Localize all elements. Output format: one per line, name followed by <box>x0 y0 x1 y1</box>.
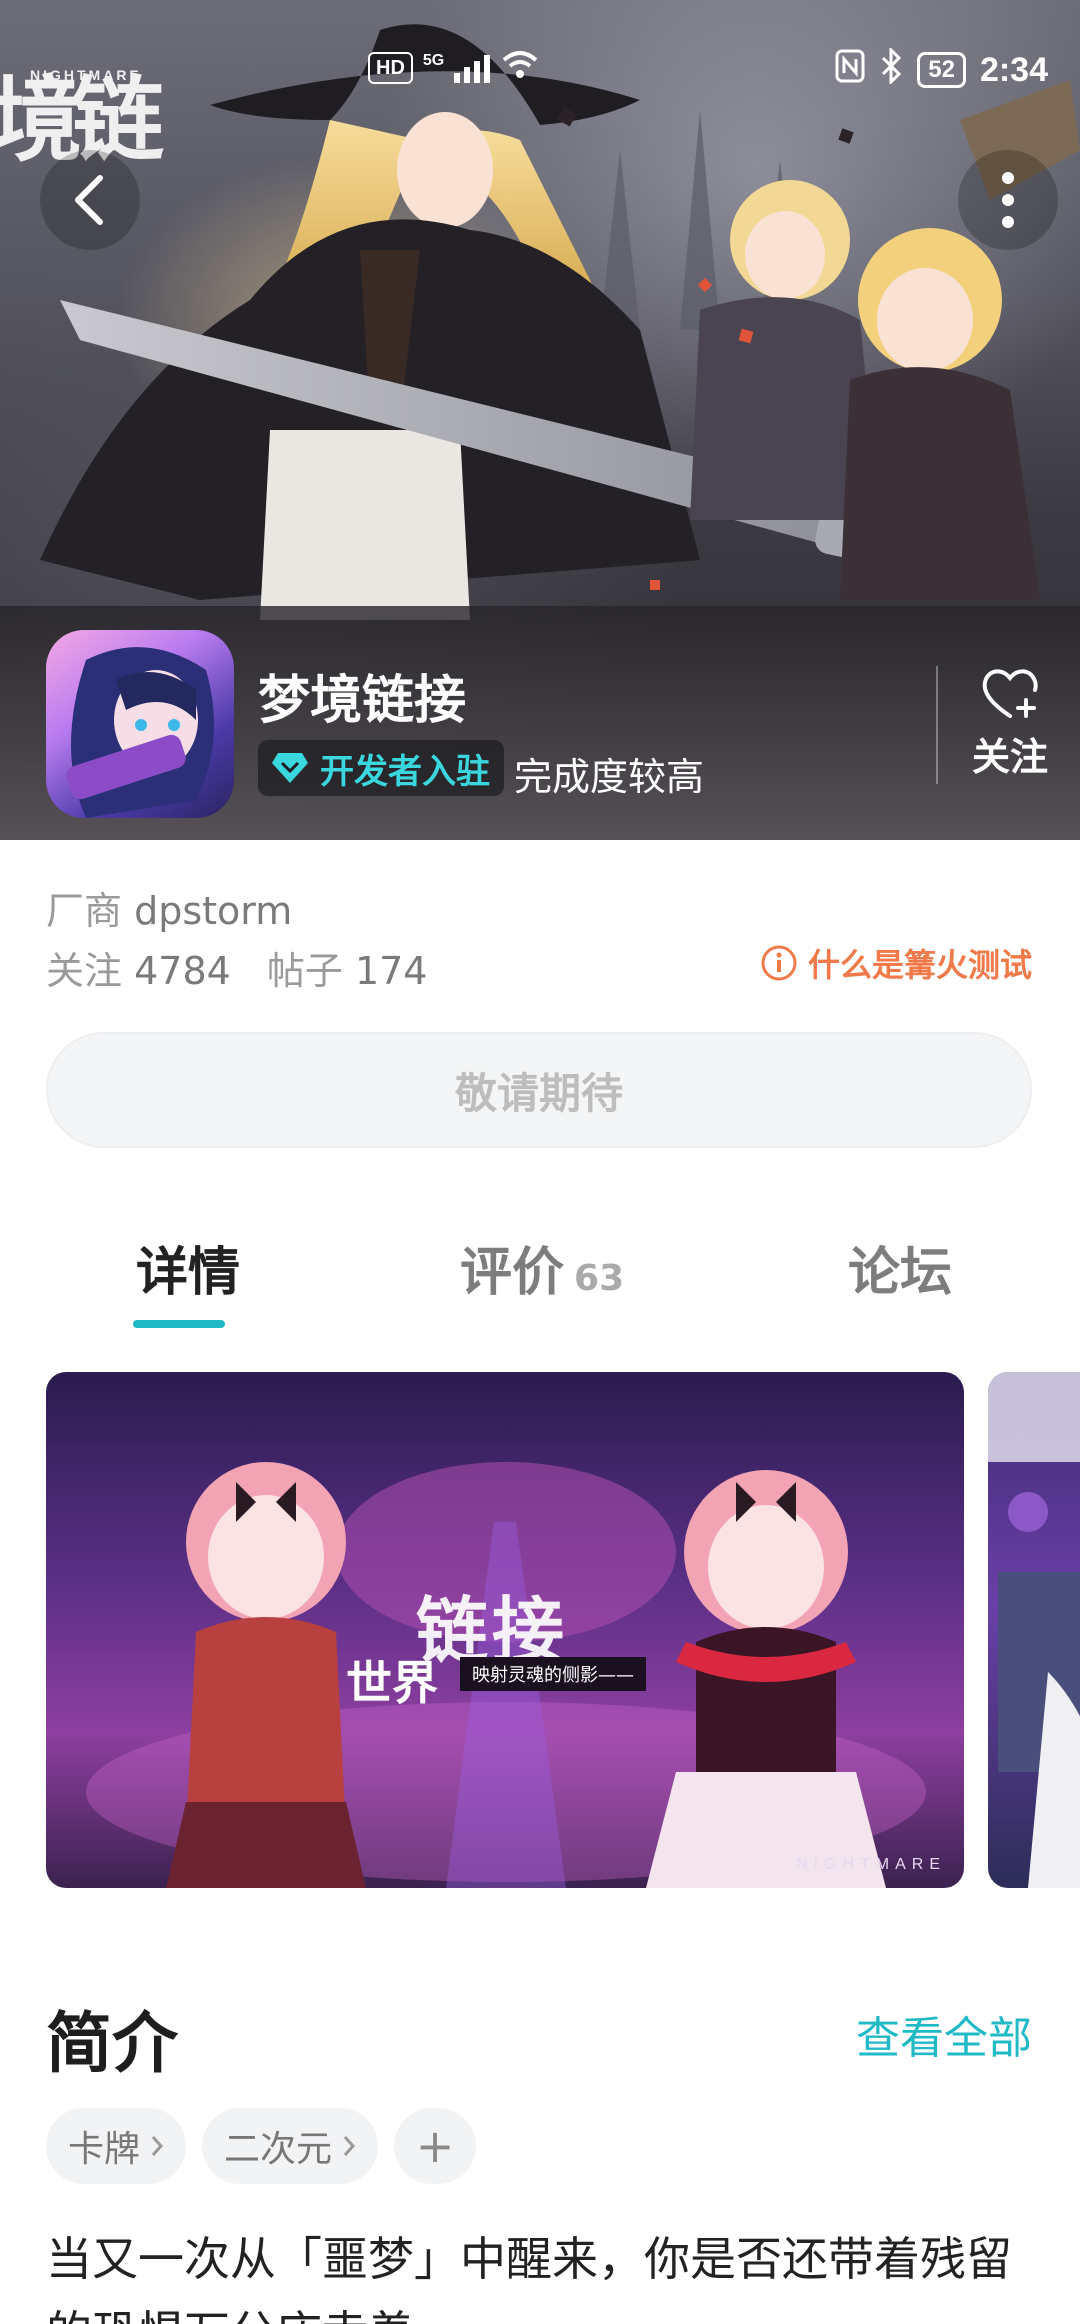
follow-stat-count: 4784 <box>134 949 231 993</box>
header-divider <box>936 666 938 784</box>
plus-icon: + <box>415 2119 455 2173</box>
tag-label: 卡牌 <box>68 2129 141 2170</box>
chevron-left-icon <box>75 175 103 225</box>
tab-bar: 详情 评价 63 论坛 <box>0 1230 1080 1340</box>
hero-banner: NIGHTMARE 境链接 HD 5G 52 2:34 <box>0 0 1080 840</box>
completion-level: 完成度较高 <box>514 755 705 799</box>
tag-item-anime[interactable]: 二次元 <box>202 2108 379 2184</box>
status-left: HD 5G <box>368 50 540 85</box>
tab-forum-label: 论坛 <box>848 1243 953 1303</box>
vendor-info: 厂商 dpstorm <box>46 880 292 935</box>
screenshot-2-art <box>988 1372 1080 1888</box>
follow-stat: 关注 4784 <box>46 940 231 995</box>
screenshot-brand: NIGHTMARE <box>796 1856 946 1873</box>
tab-active-indicator <box>133 1320 225 1328</box>
nfc-icon <box>835 49 865 91</box>
posts-stat-count: 174 <box>354 949 428 993</box>
tab-details[interactable]: 详情 <box>136 1230 240 1305</box>
more-options-button[interactable] <box>958 150 1058 250</box>
hd-badge: HD <box>368 51 413 84</box>
intro-title: 简介 <box>46 2005 178 2082</box>
bonfire-test-link[interactable]: 什么是篝火测试 <box>760 940 1032 986</box>
view-all-link[interactable]: 查看全部 <box>856 2002 1032 2066</box>
chevron-right-icon <box>151 2136 164 2156</box>
game-title: 梦境链接 <box>258 671 467 731</box>
tab-details-label: 详情 <box>136 1243 241 1303</box>
vendor-label: 厂商 <box>46 889 123 933</box>
screenshot-subtitle: 映射灵魂的侧影—— <box>460 1657 646 1691</box>
signal-icon <box>454 53 491 83</box>
info-icon <box>761 945 797 981</box>
tag-list: 卡牌 二次元 + <box>46 2108 477 2184</box>
battery-icon: 52 <box>917 52 966 88</box>
tab-reviews-count: 63 <box>574 1258 625 1299</box>
tab-reviews[interactable]: 评价 63 <box>460 1230 624 1305</box>
tag-label: 二次元 <box>224 2129 333 2170</box>
wifi-icon <box>500 50 540 85</box>
tag-item-card[interactable]: 卡牌 <box>46 2108 187 2184</box>
screenshot-1[interactable]: 链接 世界 映射灵魂的侧影—— NIGHTMARE <box>46 1372 964 1888</box>
status-right: 52 2:34 <box>835 46 1048 92</box>
more-vertical-icon <box>1002 172 1014 228</box>
screenshot-2-peek[interactable] <box>988 1372 1080 1888</box>
status-bar: HD 5G 52 2:34 <box>0 0 1080 130</box>
developer-badge[interactable]: 开发者入驻 <box>258 740 504 796</box>
follow-label: 关注 <box>971 735 1048 779</box>
follow-stat-label: 关注 <box>46 949 123 993</box>
developer-badge-label: 开发者入驻 <box>320 751 490 792</box>
posts-stat: 帖子 174 <box>267 940 428 995</box>
vendor-name[interactable]: dpstorm <box>134 889 292 933</box>
bonfire-test-label: 什么是篝火测试 <box>807 946 1032 984</box>
follow-button[interactable]: 关注 <box>958 666 1062 796</box>
app-icon-art <box>66 647 214 818</box>
clock: 2:34 <box>979 50 1048 89</box>
heart-plus-icon <box>982 669 1038 718</box>
coming-soon-button[interactable]: 敬请期待 <box>46 1032 1032 1148</box>
tab-forum[interactable]: 论坛 <box>848 1230 952 1305</box>
game-header: 梦境链接 开发者入驻 完成度较高 关注 <box>0 606 1080 840</box>
intro-description: 当又一次从「噩梦」中醒来，你是否还带着残留的恐惧万分庆幸着—— <box>46 2232 1012 2324</box>
bluetooth-icon <box>879 46 903 92</box>
stats-row: 关注 4784 帖子 174 <box>46 940 427 995</box>
add-tag-button[interactable]: + <box>394 2108 477 2184</box>
coming-soon-label: 敬请期待 <box>454 1068 623 1118</box>
chevron-right-icon <box>343 2136 356 2156</box>
diamond-icon <box>272 753 308 783</box>
app-icon[interactable] <box>46 630 234 818</box>
back-button[interactable] <box>40 150 140 250</box>
tab-reviews-label: 评价 <box>460 1243 565 1303</box>
screenshot-title-small: 世界 <box>346 1656 438 1710</box>
network-type: 5G <box>422 51 445 69</box>
posts-stat-label: 帖子 <box>266 949 343 993</box>
